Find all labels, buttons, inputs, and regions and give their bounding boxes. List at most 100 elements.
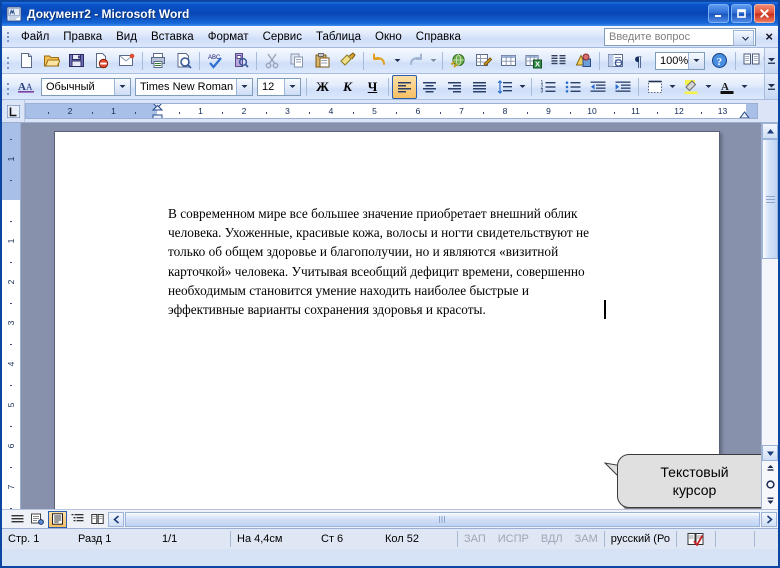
horizontal-scrollbar[interactable] bbox=[108, 511, 777, 527]
close-button[interactable] bbox=[754, 4, 775, 23]
chevron-down-icon[interactable] bbox=[114, 78, 130, 95]
first-line-indent-marker[interactable] bbox=[151, 104, 164, 118]
style-combo[interactable]: Обычный bbox=[41, 77, 131, 96]
menu-item-insert[interactable]: Вставка bbox=[144, 29, 201, 45]
print-icon[interactable] bbox=[146, 49, 171, 73]
spelling-status-icon[interactable] bbox=[675, 531, 715, 547]
document-page[interactable]: В современном мире все большее значение … bbox=[54, 131, 761, 509]
standard-toolbar-grip[interactable] bbox=[4, 53, 12, 69]
bold-button[interactable]: Ж bbox=[310, 75, 335, 99]
document-scroll-area[interactable]: В современном мире все большее значение … bbox=[21, 123, 761, 509]
vertical-ruler[interactable]: 1 1 2 3 4 5 6 7 bbox=[2, 123, 21, 509]
minimize-button[interactable] bbox=[708, 4, 729, 23]
underline-button[interactable]: Ч bbox=[360, 75, 385, 99]
status-extend-selection[interactable]: ВДЛ bbox=[535, 531, 569, 547]
toolbar-options-button[interactable] bbox=[764, 48, 778, 73]
text-cursor-callout[interactable]: Текстовый курсор bbox=[604, 454, 761, 509]
right-indent-marker[interactable] bbox=[739, 110, 750, 118]
select-browse-object-icon[interactable] bbox=[763, 477, 778, 492]
print-layout-view-icon[interactable] bbox=[48, 510, 67, 528]
vertical-scrollbar[interactable] bbox=[761, 123, 778, 509]
bulleted-list-icon[interactable] bbox=[560, 75, 585, 99]
help-question-icon[interactable]: ? bbox=[707, 49, 732, 73]
highlight-color-icon[interactable] bbox=[678, 75, 703, 99]
menu-item-window[interactable]: Окно bbox=[368, 29, 409, 45]
menu-item-tools[interactable]: Сервис bbox=[256, 29, 309, 45]
copy-icon[interactable] bbox=[285, 49, 310, 73]
scroll-up-arrow-icon[interactable] bbox=[762, 123, 778, 139]
menu-item-file[interactable]: Файл bbox=[14, 29, 56, 45]
highlight-dropdown-arrow-icon[interactable] bbox=[703, 76, 714, 98]
chevron-down-icon[interactable] bbox=[688, 52, 704, 69]
reading-layout-view-icon[interactable] bbox=[88, 511, 107, 528]
close-document-button[interactable]: × bbox=[765, 29, 773, 44]
undo-dropdown-arrow-icon[interactable] bbox=[392, 50, 403, 72]
menu-item-help[interactable]: Справка bbox=[409, 29, 468, 45]
vertical-scroll-track[interactable] bbox=[762, 259, 778, 445]
formatting-toolbar-grip[interactable] bbox=[4, 79, 12, 95]
vertical-scroll-thumb[interactable] bbox=[762, 139, 778, 259]
menu-item-edit[interactable]: Правка bbox=[56, 29, 109, 45]
research-icon[interactable] bbox=[228, 49, 253, 73]
menu-item-table[interactable]: Таблица bbox=[309, 29, 368, 45]
cut-scissors-icon[interactable] bbox=[260, 49, 285, 73]
align-left-icon[interactable] bbox=[392, 74, 417, 99]
document-paragraph[interactable]: В современном мире все большее значение … bbox=[168, 204, 608, 319]
open-folder-icon[interactable] bbox=[39, 49, 64, 73]
chevron-down-icon[interactable] bbox=[733, 30, 754, 46]
spelling-check-icon[interactable]: ABC bbox=[203, 49, 228, 73]
increase-indent-icon[interactable] bbox=[610, 75, 635, 99]
font-color-icon[interactable]: A bbox=[714, 75, 739, 99]
email-icon[interactable] bbox=[114, 49, 139, 73]
formatting-toolbar-options-button[interactable] bbox=[764, 74, 778, 99]
status-language[interactable]: русский (Ро bbox=[603, 531, 676, 547]
font-size-combo[interactable]: 12 bbox=[257, 77, 301, 96]
show-formatting-marks-icon[interactable]: ¶ bbox=[628, 49, 653, 73]
hyperlink-icon[interactable] bbox=[446, 49, 471, 73]
borders-icon[interactable] bbox=[642, 75, 667, 99]
columns-icon[interactable] bbox=[546, 49, 571, 73]
menu-item-format[interactable]: Формат bbox=[201, 29, 256, 45]
decrease-indent-icon[interactable] bbox=[585, 75, 610, 99]
redo-icon[interactable] bbox=[403, 49, 428, 73]
zoom-combo[interactable]: 100% bbox=[655, 51, 705, 70]
menu-grip-handle[interactable] bbox=[4, 29, 12, 45]
chevron-down-icon[interactable] bbox=[284, 78, 300, 95]
styles-and-formatting-icon[interactable]: AA bbox=[14, 75, 39, 99]
document-map-icon[interactable] bbox=[603, 49, 628, 73]
normal-view-icon[interactable] bbox=[8, 511, 27, 528]
format-painter-icon[interactable] bbox=[335, 49, 360, 73]
font-color-dropdown-arrow-icon[interactable] bbox=[739, 76, 750, 98]
horizontal-scroll-thumb[interactable] bbox=[125, 511, 760, 527]
line-spacing-icon[interactable] bbox=[492, 75, 517, 99]
align-justify-icon[interactable] bbox=[467, 75, 492, 99]
permission-icon[interactable] bbox=[89, 49, 114, 73]
status-overtype[interactable]: ЗАМ bbox=[569, 531, 604, 547]
italic-button[interactable]: К bbox=[335, 75, 360, 99]
numbered-list-icon[interactable]: 123 bbox=[535, 75, 560, 99]
insert-table-icon[interactable] bbox=[496, 49, 521, 73]
horizontal-ruler[interactable]: 2 1 1 2 3 4 5 6 7 8 9 10 11 12 13 bbox=[25, 103, 758, 119]
scroll-down-arrow-icon[interactable] bbox=[762, 445, 778, 461]
paste-icon[interactable] bbox=[310, 49, 335, 73]
previous-page-icon[interactable] bbox=[763, 461, 778, 476]
drawing-icon[interactable] bbox=[571, 49, 596, 73]
align-right-icon[interactable] bbox=[442, 75, 467, 99]
insert-excel-sheet-icon[interactable]: X bbox=[521, 49, 546, 73]
font-name-combo[interactable]: Times New Roman bbox=[135, 77, 253, 96]
redo-dropdown-arrow-icon[interactable] bbox=[428, 50, 439, 72]
web-layout-view-icon[interactable] bbox=[28, 511, 47, 528]
outline-view-icon[interactable] bbox=[68, 511, 87, 528]
undo-icon[interactable] bbox=[367, 49, 392, 73]
new-document-icon[interactable] bbox=[14, 49, 39, 73]
tables-borders-icon[interactable] bbox=[471, 49, 496, 73]
ask-a-question-box[interactable]: Введите вопрос bbox=[604, 28, 756, 46]
maximize-button[interactable] bbox=[731, 4, 752, 23]
status-track-changes[interactable]: ИСПР bbox=[492, 531, 535, 547]
next-page-icon[interactable] bbox=[763, 493, 778, 508]
left-tab-stop-icon[interactable] bbox=[2, 100, 25, 122]
print-preview-icon[interactable] bbox=[171, 49, 196, 73]
menu-item-view[interactable]: Вид bbox=[109, 29, 144, 45]
status-record-mode[interactable]: ЗАП bbox=[458, 531, 492, 547]
borders-dropdown-arrow-icon[interactable] bbox=[667, 76, 678, 98]
